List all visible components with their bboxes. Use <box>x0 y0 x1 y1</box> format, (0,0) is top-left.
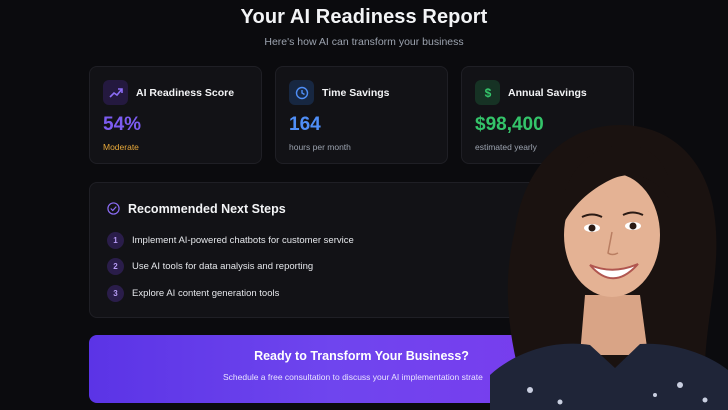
step-item: 1 Implement AI-powered chatbots for cust… <box>107 231 354 249</box>
steps-title: Recommended Next Steps <box>128 202 286 216</box>
readiness-score-card: AI Readiness Score 54% Moderate <box>89 66 262 164</box>
readiness-score-value: 54% <box>103 114 142 135</box>
clock-icon <box>289 80 314 105</box>
dollar-icon: $ <box>475 80 500 105</box>
card-title: Annual Savings <box>508 87 587 99</box>
time-savings-unit: hours per month <box>289 142 351 152</box>
step-text: Implement AI-powered chatbots for custom… <box>132 234 354 246</box>
page-subtitle: Here's how AI can transform your busines… <box>264 36 464 48</box>
step-number: 1 <box>107 231 124 249</box>
cta-subtitle: Schedule a free consultation to discuss … <box>223 372 483 382</box>
step-item: 2 Use AI tools for data analysis and rep… <box>107 257 313 275</box>
step-text: Explore AI content generation tools <box>132 287 280 299</box>
step-item: 3 Explore AI content generation tools <box>107 284 279 302</box>
step-number: 3 <box>107 284 124 302</box>
card-title: Time Savings <box>322 87 390 99</box>
card-title: AI Readiness Score <box>136 87 235 99</box>
svg-text:$: $ <box>484 86 491 100</box>
presenter-video-overlay <box>490 120 728 410</box>
trend-up-icon <box>103 80 128 105</box>
step-number: 2 <box>107 257 124 275</box>
readiness-level: Moderate <box>103 142 139 152</box>
check-circle-icon <box>107 202 120 215</box>
time-savings-value: 164 <box>289 114 321 135</box>
page-title: Your AI Readiness Report <box>240 6 488 28</box>
step-text: Use AI tools for data analysis and repor… <box>132 260 314 272</box>
time-savings-card: Time Savings 164 hours per month <box>275 66 448 164</box>
